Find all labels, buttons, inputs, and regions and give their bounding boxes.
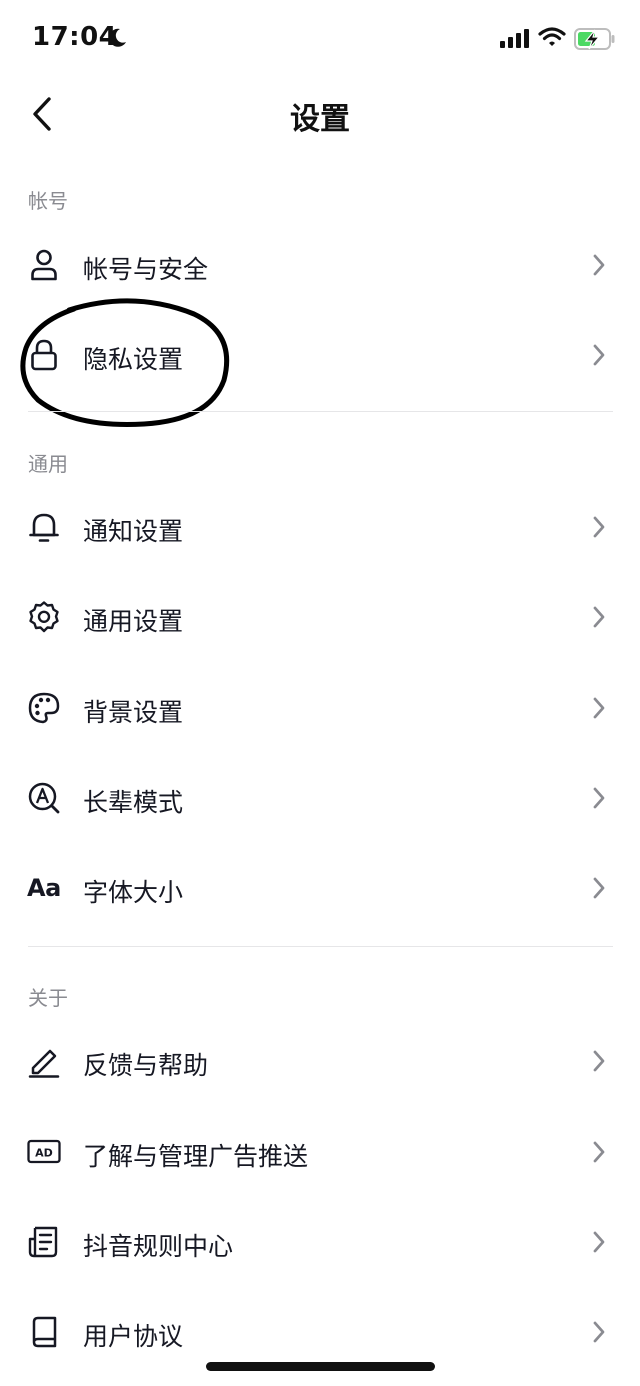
settings-item-label: 字体大小	[83, 878, 184, 907]
settings-item-label: 长辈模式	[83, 788, 184, 817]
wifi-icon	[538, 27, 566, 46]
section-divider	[28, 411, 613, 412]
gear-icon	[26, 599, 62, 635]
settings-item-general[interactable]: 通用设置	[0, 572, 640, 662]
settings-item-background[interactable]: 背景设置	[0, 663, 640, 753]
settings-item-label: 帐号与安全	[83, 255, 209, 284]
ad-icon: AD	[26, 1134, 62, 1170]
settings-item-privacy[interactable]: 隐私设置	[0, 310, 640, 400]
user-icon	[26, 247, 62, 283]
chevron-right-icon	[593, 344, 605, 366]
settings-item-account-security[interactable]: 帐号与安全	[0, 220, 640, 310]
section-header-general: 通用	[28, 452, 68, 476]
book-icon	[26, 1314, 62, 1350]
settings-item-label: 用户协议	[83, 1322, 184, 1351]
settings-item-label: 了解与管理广告推送	[83, 1142, 309, 1171]
settings-item-rules-center[interactable]: 抖音规则中心	[0, 1197, 640, 1287]
chevron-right-icon	[593, 787, 605, 809]
chevron-right-icon	[593, 1050, 605, 1072]
home-indicator[interactable]	[206, 1362, 435, 1371]
chevron-right-icon	[593, 516, 605, 538]
chevron-right-icon	[593, 1141, 605, 1163]
settings-item-elder-mode[interactable]: 长辈模式	[0, 753, 640, 843]
settings-item-label: 抖音规则中心	[83, 1232, 234, 1261]
section-divider	[28, 946, 613, 947]
battery-charging-icon	[574, 28, 615, 50]
chevron-right-icon	[593, 1231, 605, 1253]
moon-icon	[109, 28, 126, 47]
chevron-right-icon	[593, 697, 605, 719]
navigation-bar: 设置	[0, 80, 640, 146]
palette-icon	[26, 690, 62, 726]
font-size-icon: Aa	[27, 874, 61, 902]
chevron-right-icon	[593, 877, 605, 899]
settings-item-label: 通用设置	[83, 607, 184, 636]
lock-icon	[26, 337, 62, 373]
section-header-about: 关于	[28, 986, 68, 1010]
settings-item-label: 通知设置	[83, 517, 184, 546]
chevron-right-icon	[593, 1321, 605, 1343]
elder-mode-icon	[26, 780, 62, 816]
status-time: 17:04	[32, 22, 118, 52]
settings-item-label: 隐私设置	[83, 345, 184, 374]
settings-item-font-size[interactable]: Aa 字体大小	[0, 843, 640, 933]
cellular-signal-icon	[500, 29, 529, 48]
settings-item-label: 背景设置	[83, 698, 184, 727]
page-title: 设置	[290, 102, 350, 137]
chevron-right-icon	[593, 606, 605, 628]
bell-icon	[26, 509, 62, 545]
pencil-icon	[26, 1043, 62, 1079]
chevron-right-icon	[593, 254, 605, 276]
ad-icon-text: AD	[35, 1147, 53, 1160]
document-icon	[26, 1224, 62, 1260]
status-bar: 17:04	[0, 0, 640, 80]
settings-item-feedback-help[interactable]: 反馈与帮助	[0, 1016, 640, 1106]
section-header-account: 帐号	[28, 189, 68, 213]
settings-item-notifications[interactable]: 通知设置	[0, 482, 640, 572]
settings-item-label: 反馈与帮助	[83, 1051, 209, 1080]
settings-item-ad-management[interactable]: AD 了解与管理广告推送	[0, 1107, 640, 1197]
